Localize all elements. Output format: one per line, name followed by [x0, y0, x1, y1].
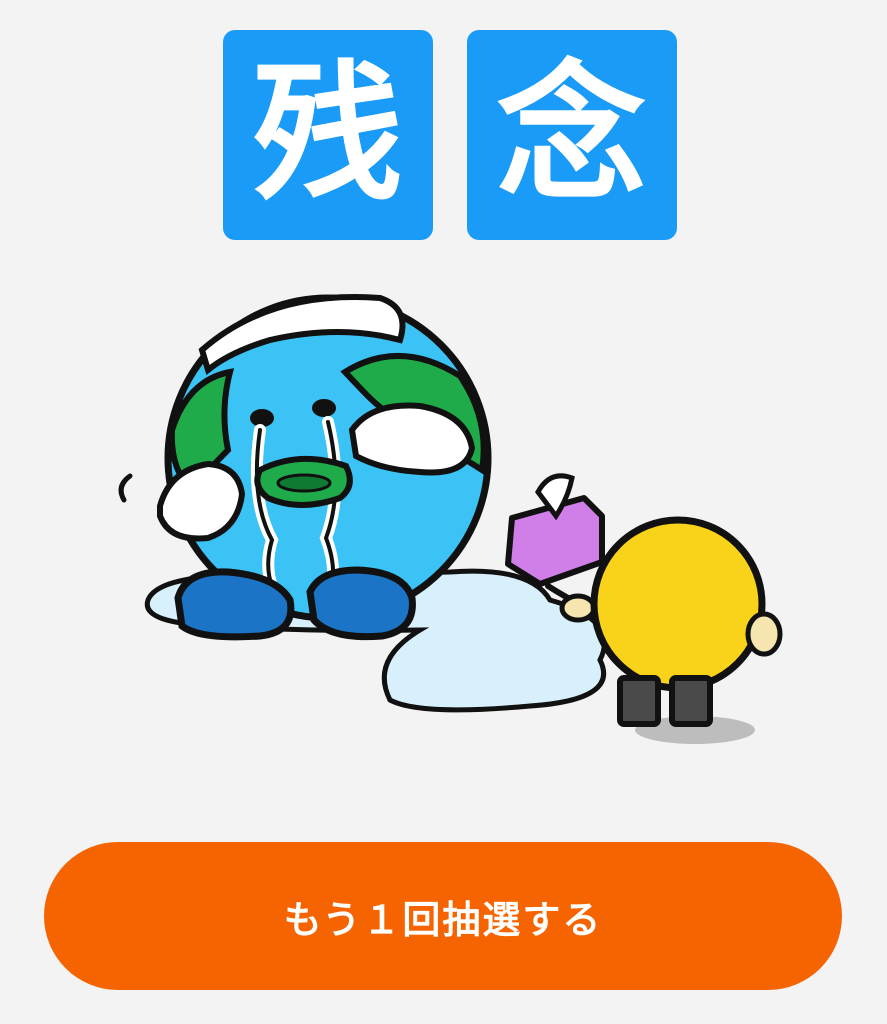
result-page: 残 念 もう１回抽選する	[0, 0, 887, 1024]
result-title: 残 念	[0, 30, 887, 240]
title-tile-1: 残	[222, 30, 433, 240]
retry-lottery-button[interactable]: もう１回抽選する	[44, 842, 842, 990]
title-tile-2: 念	[466, 30, 677, 240]
crying-earth-mascot-icon	[118, 294, 783, 744]
